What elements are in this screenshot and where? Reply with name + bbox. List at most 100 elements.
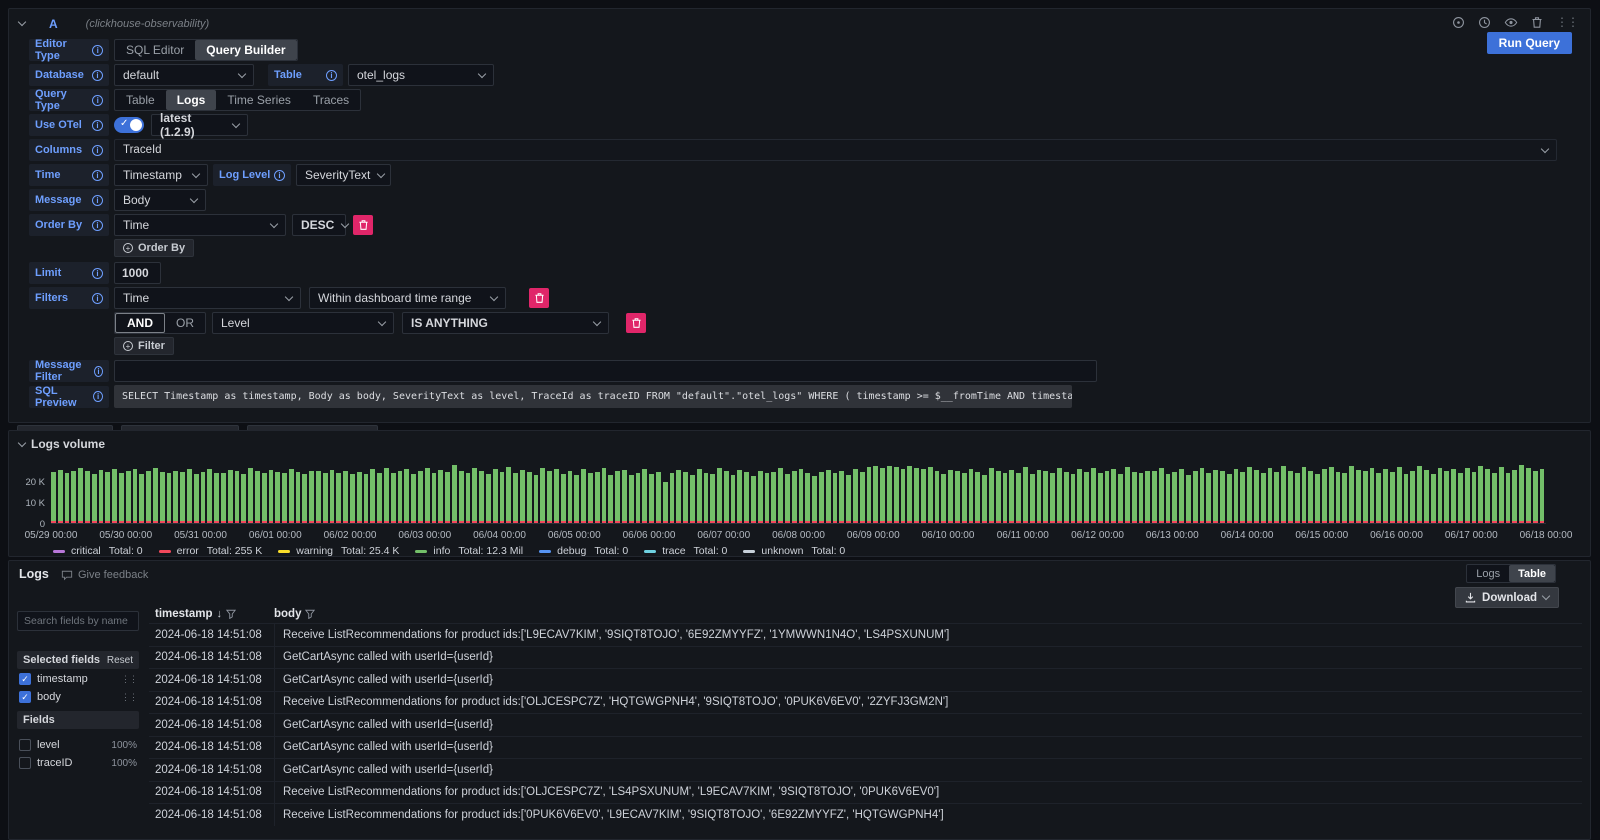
log-level-select[interactable]: SeverityText — [296, 164, 391, 186]
filter1-field-select[interactable]: Time — [114, 287, 301, 309]
legend-item-info[interactable]: infoTotal: 12.3 Mil — [415, 545, 523, 557]
message-filter-input[interactable] — [114, 360, 1097, 382]
legend-item-unknown[interactable]: unknownTotal: 0 — [743, 545, 845, 557]
legend-item-error[interactable]: errorTotal: 255 K — [159, 545, 263, 557]
message-column-select[interactable]: Body — [114, 189, 206, 211]
info-icon[interactable]: i — [92, 195, 103, 206]
table-row[interactable]: 2024-06-18 14:51:08Receive ListRecommend… — [149, 623, 1582, 646]
filter-logic-and[interactable]: AND — [115, 313, 165, 333]
table-row[interactable]: 2024-06-18 14:51:08Receive ListRecommend… — [149, 803, 1582, 826]
give-feedback-link[interactable]: Give feedback — [61, 569, 148, 581]
table-select[interactable]: otel_logs — [348, 64, 494, 86]
table-row[interactable]: 2024-06-18 14:51:08GetCartAsync called w… — [149, 758, 1582, 781]
field-checkbox[interactable] — [19, 739, 31, 751]
columns-multiselect[interactable]: TraceId — [114, 139, 1557, 161]
sort-desc-icon[interactable]: ↓ — [217, 608, 223, 620]
cell-body: Receive ListRecommendations for product … — [274, 804, 1582, 826]
filter-funnel-icon[interactable] — [305, 609, 315, 619]
editor-type-sql-editor[interactable]: SQL Editor — [115, 40, 195, 60]
info-icon[interactable]: i — [326, 70, 337, 81]
remove-order-by-button[interactable] — [353, 215, 373, 235]
database-select[interactable]: default — [114, 64, 254, 86]
drag-handle[interactable]: ⋮⋮ — [121, 692, 137, 703]
remove-query-icon[interactable] — [1531, 16, 1543, 29]
time-column-select[interactable]: Timestamp — [114, 164, 208, 186]
logs-volume-header[interactable]: Logs volume — [9, 431, 1590, 451]
duplicate-query-icon[interactable] — [1452, 16, 1465, 29]
info-icon[interactable]: i — [92, 170, 103, 181]
use-otel-toggle[interactable]: ✓ — [114, 117, 144, 133]
drag-query-handle[interactable]: ⋮⋮ — [1556, 15, 1578, 29]
volume-bar — [1139, 473, 1144, 523]
info-icon[interactable]: i — [92, 95, 103, 106]
info-icon[interactable]: i — [94, 366, 103, 377]
cell-body: Receive ListRecommendations for product … — [274, 624, 1582, 646]
filter1-operator-select[interactable]: Within dashboard time range — [309, 287, 506, 309]
volume-bar — [1213, 470, 1218, 523]
volume-bar — [1342, 473, 1347, 523]
filter2-operator-select[interactable]: IS ANYTHING — [402, 312, 609, 334]
table-row[interactable]: 2024-06-18 14:51:08GetCartAsync called w… — [149, 713, 1582, 736]
filter-logic-or[interactable]: OR — [165, 313, 205, 333]
query-type-logs[interactable]: Logs — [166, 90, 217, 110]
add-order-by-button[interactable]: +Order By — [114, 239, 194, 257]
otel-version-select[interactable]: latest (1.2.9) — [151, 114, 248, 136]
table-row[interactable]: 2024-06-18 14:51:08GetCartAsync called w… — [149, 736, 1582, 759]
info-icon[interactable]: i — [92, 70, 103, 81]
limit-input[interactable] — [114, 262, 161, 284]
volume-bar — [1125, 467, 1130, 523]
hide-response-icon[interactable] — [1504, 16, 1518, 29]
volume-bar — [853, 469, 858, 523]
info-icon[interactable]: i — [92, 220, 103, 231]
order-by-direction-select[interactable]: DESC — [292, 214, 346, 236]
filter2-field-select[interactable]: Level — [212, 312, 394, 334]
legend-item-critical[interactable]: criticalTotal: 0 — [53, 545, 143, 557]
info-icon[interactable]: i — [92, 293, 103, 304]
volume-bar — [187, 469, 192, 523]
volume-bar — [1349, 466, 1354, 523]
table-row[interactable]: 2024-06-18 14:51:08Receive ListRecommend… — [149, 781, 1582, 804]
legend-label: trace — [662, 545, 685, 557]
legend-item-trace[interactable]: traceTotal: 0 — [644, 545, 727, 557]
chevron-down-icon — [1541, 144, 1549, 152]
search-fields-input[interactable] — [17, 611, 139, 631]
add-filter-button[interactable]: +Filter — [114, 337, 174, 355]
volume-bar — [880, 468, 885, 523]
reset-fields-button[interactable]: Reset — [107, 655, 133, 666]
legend-item-debug[interactable]: debugTotal: 0 — [539, 545, 628, 557]
query-type-time-series[interactable]: Time Series — [216, 90, 302, 110]
field-checkbox[interactable] — [19, 757, 31, 769]
info-icon[interactable]: i — [92, 145, 103, 156]
logs-volume-chart[interactable] — [51, 462, 1546, 524]
field-checkbox[interactable]: ✓ — [19, 673, 31, 685]
query-history-icon[interactable] — [1478, 16, 1491, 29]
view-logs-option[interactable]: Logs — [1467, 565, 1509, 582]
info-icon[interactable]: i — [92, 45, 103, 56]
order-by-field-select[interactable]: Time — [114, 214, 286, 236]
body-column-header[interactable]: body — [274, 608, 301, 620]
view-table-option[interactable]: Table — [1509, 565, 1555, 582]
collapse-volume-icon[interactable] — [18, 438, 26, 446]
selected-fields-list: ✓timestamp⋮⋮✓body⋮⋮ — [17, 671, 139, 705]
info-icon[interactable]: i — [92, 268, 103, 279]
legend-item-warning[interactable]: warningTotal: 25.4 K — [278, 545, 399, 557]
table-row[interactable]: 2024-06-18 14:51:08GetCartAsync called w… — [149, 668, 1582, 691]
info-icon[interactable]: i — [93, 391, 103, 402]
query-type-table[interactable]: Table — [115, 90, 166, 110]
collapse-query-icon[interactable] — [18, 18, 26, 26]
legend-label: unknown — [761, 545, 803, 557]
run-query-button[interactable]: Run Query — [1487, 32, 1572, 54]
timestamp-column-header[interactable]: timestamp — [155, 608, 213, 620]
query-type-traces[interactable]: Traces — [302, 90, 360, 110]
table-row[interactable]: 2024-06-18 14:51:08Receive ListRecommend… — [149, 691, 1582, 714]
drag-handle[interactable]: ⋮⋮ — [121, 674, 137, 685]
info-icon[interactable]: i — [274, 170, 285, 181]
y-axis-tick: 10 K — [9, 498, 45, 509]
info-icon[interactable]: i — [92, 120, 103, 131]
editor-type-query-builder[interactable]: Query Builder — [195, 40, 296, 60]
table-row[interactable]: 2024-06-18 14:51:08GetCartAsync called w… — [149, 646, 1582, 669]
remove-filter1-button[interactable] — [529, 288, 549, 308]
filter-funnel-icon[interactable] — [226, 609, 236, 619]
remove-filter2-button[interactable] — [626, 313, 646, 333]
field-checkbox[interactable]: ✓ — [19, 691, 31, 703]
